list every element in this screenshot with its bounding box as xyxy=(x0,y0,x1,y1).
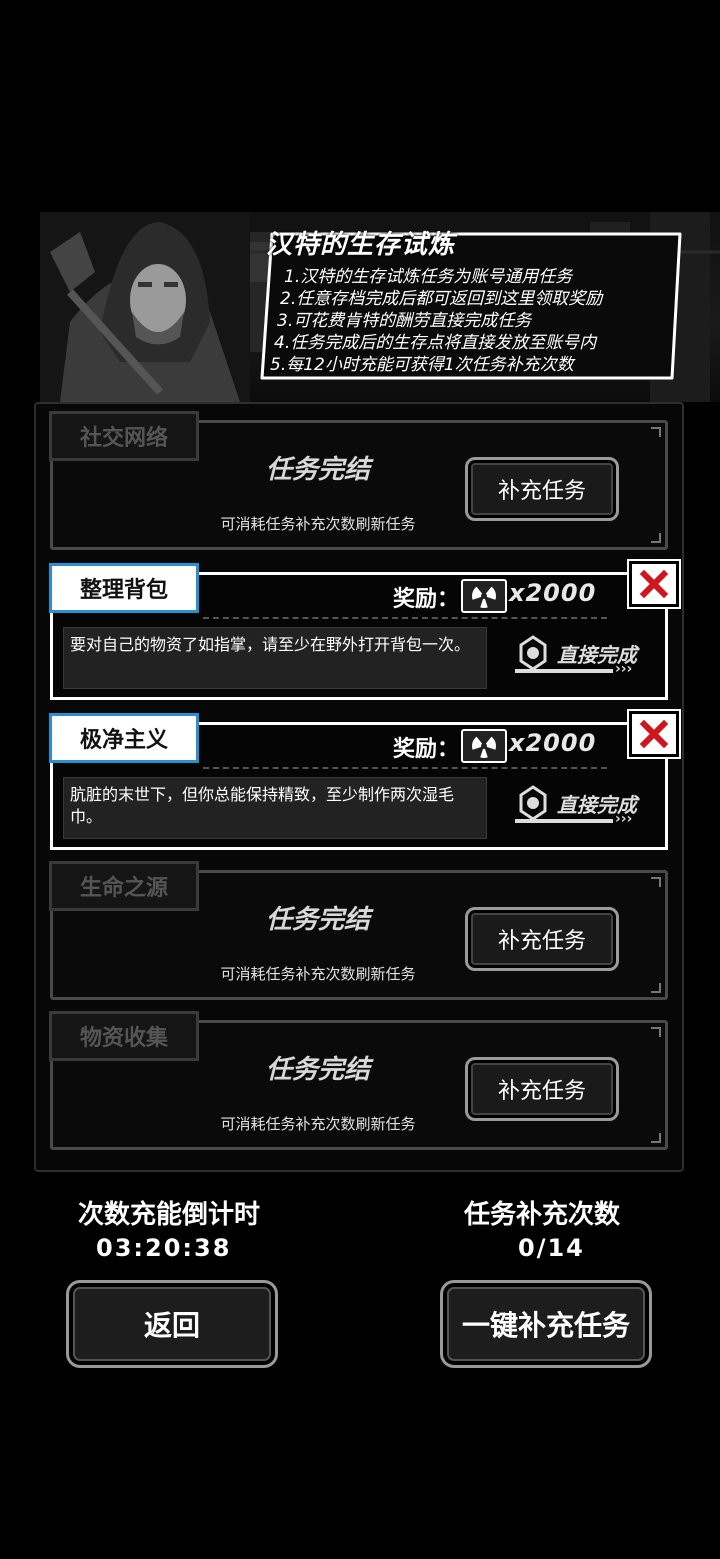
instant-complete-button[interactable]: 直接完成 ››› xyxy=(515,785,655,839)
close-button[interactable] xyxy=(629,561,679,607)
task-description: 要对自己的物资了如指掌，请至少在野外打开背包一次。 xyxy=(63,627,487,689)
progress-bar xyxy=(515,819,613,823)
task-tab: 整理背包 xyxy=(49,563,199,613)
instant-complete-button[interactable]: 直接完成 ››› xyxy=(515,635,655,689)
corner-mark xyxy=(651,983,661,993)
back-button[interactable]: 返回 xyxy=(66,1280,278,1368)
task-card-active: 整理背包 奖励： x2000 要对自己的物资了如指掌，请至少在野外打开背包一次。… xyxy=(49,561,679,700)
refill-task-button[interactable]: 补充任务 xyxy=(465,907,619,971)
corner-mark xyxy=(651,1027,661,1037)
rule-line: 5.每12小时充能可获得1次任务补充次数 xyxy=(270,355,574,375)
rules-list: 1.汉特的生存试炼任务为账号通用任务 2.任意存档完成后都可返回到这里领取奖励 … xyxy=(270,262,680,382)
arrows-icon: ››› xyxy=(615,661,633,677)
refill-task-button[interactable]: 补充任务 xyxy=(465,457,619,521)
task-card-active: 极净主义 奖励： x2000 肮脏的末世下，但你总能保持精致，至少制作两次湿毛巾… xyxy=(49,711,679,850)
corner-mark xyxy=(651,877,661,887)
emblem-icon xyxy=(519,785,547,821)
task-card-completed: 物资收集 任务完结 可消耗任务补充次数刷新任务 补充任务 xyxy=(49,1011,668,1150)
divider xyxy=(203,767,607,769)
close-icon xyxy=(639,569,669,599)
radiation-icon xyxy=(461,729,507,763)
progress-bar xyxy=(515,669,613,673)
reward-quantity: x2000 xyxy=(509,579,597,607)
countdown-value: 03:20:38 xyxy=(96,1234,232,1262)
reward-quantity: x2000 xyxy=(509,729,597,757)
hunter-portrait xyxy=(40,212,250,402)
refill-count-label: 任务补充次数 xyxy=(464,1200,621,1230)
corner-mark xyxy=(651,1133,661,1143)
corner-mark xyxy=(651,427,661,437)
close-button[interactable] xyxy=(629,711,679,757)
reward-label: 奖励： xyxy=(393,737,460,762)
countdown-label: 次数充能倒计时 xyxy=(78,1200,261,1230)
task-card-completed: 生命之源 任务完结 可消耗任务补充次数刷新任务 补充任务 xyxy=(49,861,668,1000)
task-tab: 极净主义 xyxy=(49,713,199,763)
refill-count-value: 0/14 xyxy=(518,1234,585,1262)
reward-label: 奖励： xyxy=(393,587,460,612)
radiation-icon xyxy=(461,579,507,613)
divider xyxy=(203,617,607,619)
refill-all-button[interactable]: 一键补充任务 xyxy=(440,1280,652,1368)
page-title: 汉特的生存试炼 xyxy=(266,230,456,260)
arrows-icon: ››› xyxy=(615,811,633,827)
emblem-icon xyxy=(519,635,547,671)
close-icon xyxy=(639,719,669,749)
task-description: 肮脏的末世下，但你总能保持精致，至少制作两次湿毛巾。 xyxy=(63,777,487,839)
refill-task-button[interactable]: 补充任务 xyxy=(465,1057,619,1121)
task-card-completed: 社交网络 任务完结 可消耗任务补充次数刷新任务 补充任务 xyxy=(49,411,668,550)
corner-mark xyxy=(651,533,661,543)
